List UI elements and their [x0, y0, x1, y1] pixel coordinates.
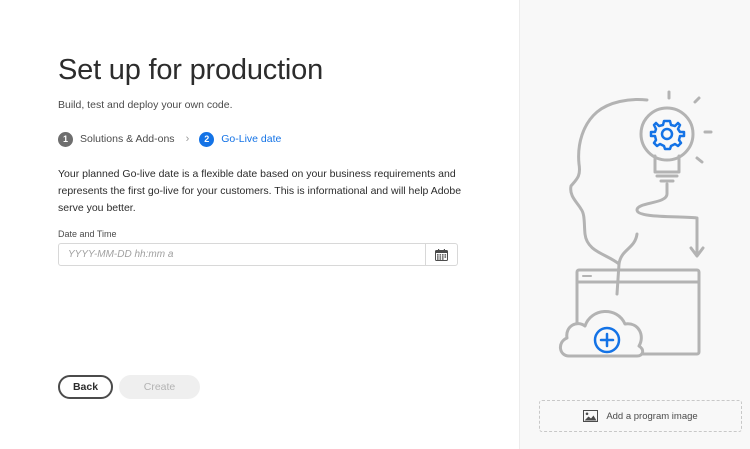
create-button[interactable]: Create — [119, 375, 200, 399]
go-live-description: Your planned Go-live date is a flexible … — [58, 168, 462, 214]
calendar-button[interactable] — [425, 244, 457, 265]
stepper: 1 Solutions & Add-ons › 2 Go-Live date — [58, 131, 281, 147]
add-program-image-button[interactable]: Add a program image — [539, 400, 742, 432]
step-1-number: 1 — [58, 131, 73, 147]
gear-icon — [649, 119, 686, 151]
step-1-label[interactable]: Solutions & Add-ons — [80, 133, 175, 145]
main-panel: Set up for production Build, test and de… — [0, 0, 519, 449]
step-2-number: 2 — [199, 131, 215, 147]
chevron-right-icon: › — [185, 133, 190, 145]
back-button[interactable]: Back — [58, 375, 113, 399]
image-icon — [583, 410, 599, 422]
page-subtitle: Build, test and deploy your own code. — [58, 99, 233, 111]
page-title: Set up for production — [58, 54, 324, 86]
date-time-input[interactable] — [59, 244, 425, 265]
step-2-label: Go-Live date — [221, 133, 282, 145]
date-time-field — [58, 243, 458, 266]
date-time-label: Date and Time — [58, 229, 117, 239]
add-program-image-label: Add a program image — [606, 410, 698, 422]
head-lightbulb-gear-cloud-illustration — [559, 90, 713, 358]
calendar-icon — [435, 248, 448, 261]
side-panel: Add a program image — [519, 0, 750, 449]
